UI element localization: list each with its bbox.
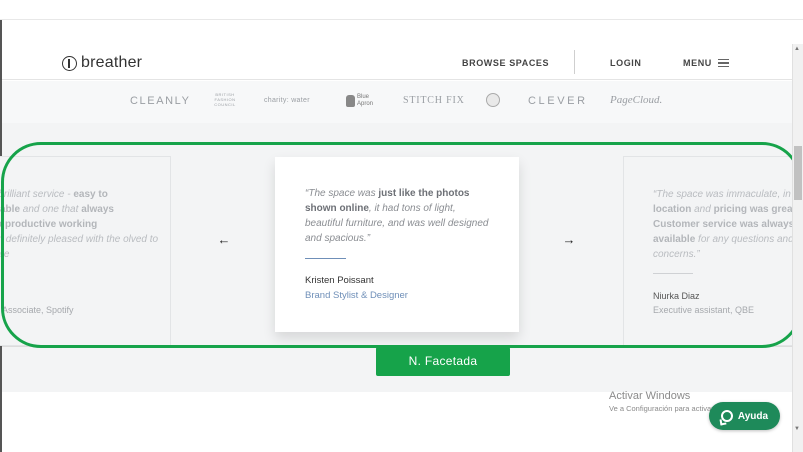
apron-icon [346,95,355,107]
chat-bubble-icon [720,410,733,422]
testimonial-left-quote: a brilliant service - easy to rdable and… [0,187,165,262]
quote-bold: location [653,204,692,215]
logo-blue-apron-text: Blue Apron [357,94,374,107]
testimonial-card-active[interactable]: “The space was just like the photos show… [275,157,519,332]
breather-logo[interactable]: breather [62,54,142,72]
testimonial-right-role: Executive assistant, QBE [653,305,755,315]
logo-stitch-fix: STITCH FIX [403,95,465,106]
testimonial-role: Brand Stylist & Designer [305,290,408,301]
nav-menu[interactable]: MENU [683,58,729,68]
logo-blue-apron: Blue Apron [346,94,379,108]
carousel-prev-arrow-icon[interactable]: ← [216,232,232,248]
quote-bold: always [81,204,114,215]
logo-cleanly: CLEANLY [130,95,191,107]
scroll-thumb[interactable] [794,146,802,200]
testimonial-right-quote: “The space was immaculate, in a location… [653,187,803,262]
page-scrollbar[interactable]: ▲ ▼ [792,44,803,452]
quote-text: “The space was immaculate, in a [653,189,800,200]
help-button[interactable]: Ayuda [709,402,780,430]
quote-bold: easy to [73,189,108,200]
top-bar [0,0,803,20]
hamburger-icon [717,59,729,67]
scroll-down-icon[interactable]: ▼ [794,426,800,432]
nav-divider [574,50,575,74]
testimonial-quote: “The space was just like the photos show… [305,186,495,246]
carousel-next-arrow-icon[interactable]: → [561,232,577,248]
testimonial-card-right[interactable]: “The space was immaculate, in a location… [623,156,803,346]
leaf-icon [62,55,77,71]
logo-pagecloud: PageCloud. [610,94,663,106]
testimonial-right-author: Niurka Diaz [653,291,700,301]
seal-icon [486,93,500,107]
quote-bold: rdable [0,204,21,215]
quote-text: and [691,204,714,215]
quote-text: a brilliant service - [0,189,71,200]
nav-browse-spaces[interactable]: BROWSE SPACES [462,58,549,68]
site-header: breather BROWSE SPACES LOGIN MENU [2,44,792,80]
partner-logos: CLEANLY BRITISH FASHION COUNCIL charity:… [2,81,792,123]
nav-menu-label: MENU [683,58,712,68]
activation-title: Activar Windows [609,390,691,402]
help-button-label: Ayuda [737,410,769,422]
logo-clever: CLEVER [528,95,588,107]
quote-text: and one that [20,204,82,215]
testimonial-author: Kristen Poissant [305,275,374,286]
quote-divider [653,273,693,274]
testimonial-left-role: Associate, Spotify [2,305,74,315]
quote-bold: r a productive working [0,219,98,230]
logo-text: breather [81,54,143,71]
logo-charity-water: charity: water [264,97,310,104]
quote-divider [305,258,346,259]
quote-text: I'm definitely pleased with the olved to… [0,234,159,260]
annotation-label: N. Facetada [376,347,510,376]
nav-login[interactable]: LOGIN [610,58,642,68]
testimonial-card-left[interactable]: a brilliant service - easy to rdable and… [0,156,171,346]
quote-text: “The space was [305,188,379,199]
logo-british-fashion-council: BRITISH FASHION COUNCIL [214,92,236,107]
scroll-up-icon[interactable]: ▲ [794,46,800,52]
